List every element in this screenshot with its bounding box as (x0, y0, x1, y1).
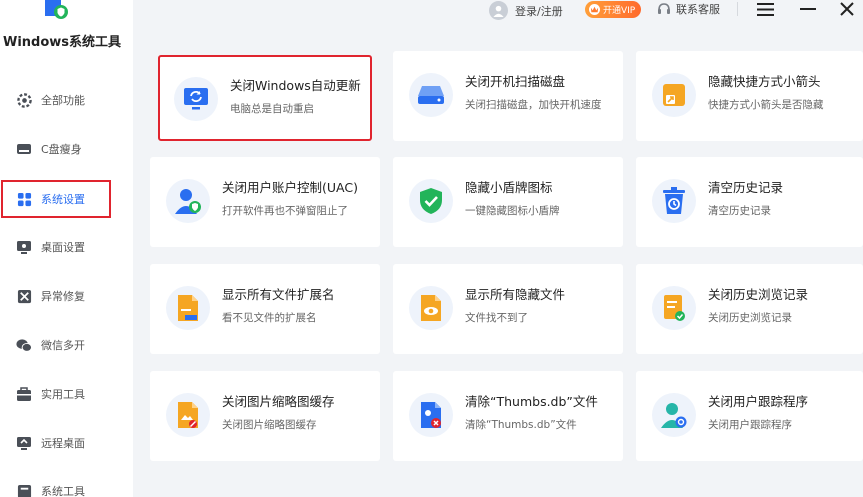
card-title: 关闭开机扫描磁盘 (465, 74, 566, 89)
user-avatar-icon (489, 1, 508, 20)
minimize-button[interactable] (798, 0, 818, 18)
sidebar-item-system-tools[interactable]: 系统工具 (0, 472, 133, 497)
shield-check-icon (409, 179, 453, 223)
header-divider (737, 2, 738, 16)
card-show-hidden-files[interactable]: 显示所有隐藏文件 文件找不到了 (393, 264, 623, 354)
card-desc: 一键隐藏图标小盾牌 (465, 205, 560, 217)
card-clear-thumbs-db[interactable]: 清除“Thumbs.db”文件 清除“Thumbs.db”文件 (393, 371, 623, 461)
wechat-icon (16, 337, 32, 353)
sidebar-item-label: 桌面设置 (41, 241, 85, 254)
tools-icon (16, 288, 32, 304)
card-title: 关闭用户账户控制(UAC) (222, 180, 358, 195)
card-desc: 清除“Thumbs.db”文件 (465, 419, 577, 431)
card-disable-user-tracking[interactable]: 关闭用户跟踪程序 关闭用户跟踪程序 (636, 371, 863, 461)
file-delete-icon (409, 393, 453, 437)
sidebar-item-label: 异常修复 (41, 290, 85, 303)
sidebar: Windows系统工具 全部功能 C盘瘦身 系统设置 桌面设置 异常修复 微信多… (0, 0, 133, 497)
image-file-block-icon (166, 393, 210, 437)
card-clear-history[interactable]: 清空历史记录 清空历史记录 (636, 157, 863, 247)
card-disable-thumbnail-cache[interactable]: 关闭图片缩略图缓存 关闭图片缩略图缓存 (150, 371, 380, 461)
system-tools-icon (16, 483, 32, 497)
hard-drive-icon (409, 73, 453, 117)
card-title: 关闭Windows自动更新 (230, 78, 361, 93)
gear-icon (16, 92, 32, 108)
sidebar-item-label: 实用工具 (41, 388, 85, 401)
card-desc: 关闭用户跟踪程序 (708, 419, 792, 431)
card-disable-windows-update[interactable]: 关闭Windows自动更新 电脑总是自动重启 (158, 55, 372, 141)
card-desc: 清空历史记录 (708, 205, 771, 217)
card-disable-boot-disk-scan[interactable]: 关闭开机扫描磁盘 关闭扫描磁盘，加快开机速度 (393, 51, 623, 141)
vip-crown-icon (589, 4, 600, 15)
card-title: 隐藏小盾牌图标 (465, 180, 553, 195)
sidebar-item-remote-desktop[interactable]: 远程桌面 (0, 424, 133, 462)
card-desc: 关闭图片缩略图缓存 (222, 419, 317, 431)
card-disable-browsing-history[interactable]: 关闭历史浏览记录 关闭历史浏览记录 (636, 264, 863, 354)
card-desc: 文件找不到了 (465, 312, 528, 324)
update-monitor-icon (174, 77, 218, 121)
sidebar-item-label: 远程桌面 (41, 437, 85, 450)
card-title: 隐藏快捷方式小箭头 (708, 74, 821, 89)
sidebar-item-label: 系统工具 (41, 485, 85, 497)
card-title: 显示所有文件扩展名 (222, 287, 335, 302)
card-show-file-extensions[interactable]: 显示所有文件扩展名 看不见文件的扩展名 (150, 264, 380, 354)
toolbox-icon (16, 386, 32, 402)
card-title: 关闭历史浏览记录 (708, 287, 809, 302)
sidebar-item-repair[interactable]: 异常修复 (0, 277, 133, 315)
card-desc: 关闭扫描磁盘，加快开机速度 (465, 99, 602, 111)
card-disable-uac[interactable]: 关闭用户账户控制(UAC) 打开软件再也不弹窗阻止了 (150, 157, 380, 247)
hamburger-icon (756, 2, 774, 16)
monitor-icon (16, 239, 32, 255)
card-desc: 关闭历史浏览记录 (708, 312, 792, 324)
file-extension-icon (166, 286, 210, 330)
card-title: 清空历史记录 (708, 180, 784, 195)
login-label: 登录/注册 (515, 4, 563, 18)
document-check-icon (652, 286, 696, 330)
sidebar-item-all-features[interactable]: 全部功能 (0, 81, 133, 119)
sidebar-item-label: 系统设置 (41, 193, 85, 206)
shortcut-arrow-icon (652, 73, 696, 117)
remote-desktop-icon (16, 435, 32, 451)
sidebar-item-utilities[interactable]: 实用工具 (0, 375, 133, 413)
trash-clock-icon (652, 179, 696, 223)
sidebar-item-label: 全部功能 (41, 94, 85, 107)
app-logo-icon (42, 0, 70, 20)
file-eye-icon (409, 286, 453, 330)
app-title: Windows系统工具 (3, 35, 122, 50)
sidebar-item-label: C盘瘦身 (41, 143, 82, 156)
card-title: 关闭图片缩略图缓存 (222, 394, 335, 409)
close-icon (840, 2, 854, 16)
sidebar-item-c-drive[interactable]: C盘瘦身 (0, 130, 133, 168)
contact-service-button[interactable]: 联系客服 (657, 1, 720, 17)
card-desc: 快捷方式小箭头是否隐藏 (708, 99, 824, 111)
disk-icon (16, 141, 32, 157)
grid-icon (16, 191, 32, 207)
header: 登录/注册 开通VIP 联系客服 (133, 0, 863, 30)
login-button[interactable]: 登录/注册 (489, 1, 563, 20)
sidebar-item-wechat[interactable]: 微信多开 (0, 326, 133, 364)
card-title: 显示所有隐藏文件 (465, 287, 566, 302)
sidebar-item-label: 微信多开 (41, 339, 85, 352)
contact-service-label: 联系客服 (676, 3, 720, 16)
user-target-icon (652, 393, 696, 437)
card-desc: 看不见文件的扩展名 (222, 312, 317, 324)
close-button[interactable] (837, 0, 857, 18)
minimize-icon (800, 8, 816, 10)
menu-button[interactable] (755, 0, 775, 18)
card-hide-shortcut-arrow[interactable]: 隐藏快捷方式小箭头 快捷方式小箭头是否隐藏 (636, 51, 863, 141)
sidebar-item-desktop-settings[interactable]: 桌面设置 (0, 228, 133, 266)
card-title: 清除“Thumbs.db”文件 (465, 394, 598, 409)
card-hide-shield-icon[interactable]: 隐藏小盾牌图标 一键隐藏图标小盾牌 (393, 157, 623, 247)
card-desc: 打开软件再也不弹窗阻止了 (222, 205, 348, 217)
user-shield-icon (166, 179, 210, 223)
vip-button[interactable]: 开通VIP (585, 1, 642, 18)
sidebar-item-system-settings[interactable]: 系统设置 (1, 180, 111, 218)
card-desc: 电脑总是自动重启 (230, 103, 314, 115)
headset-icon (657, 2, 671, 16)
card-title: 关闭用户跟踪程序 (708, 394, 809, 409)
vip-label: 开通VIP (603, 6, 636, 16)
